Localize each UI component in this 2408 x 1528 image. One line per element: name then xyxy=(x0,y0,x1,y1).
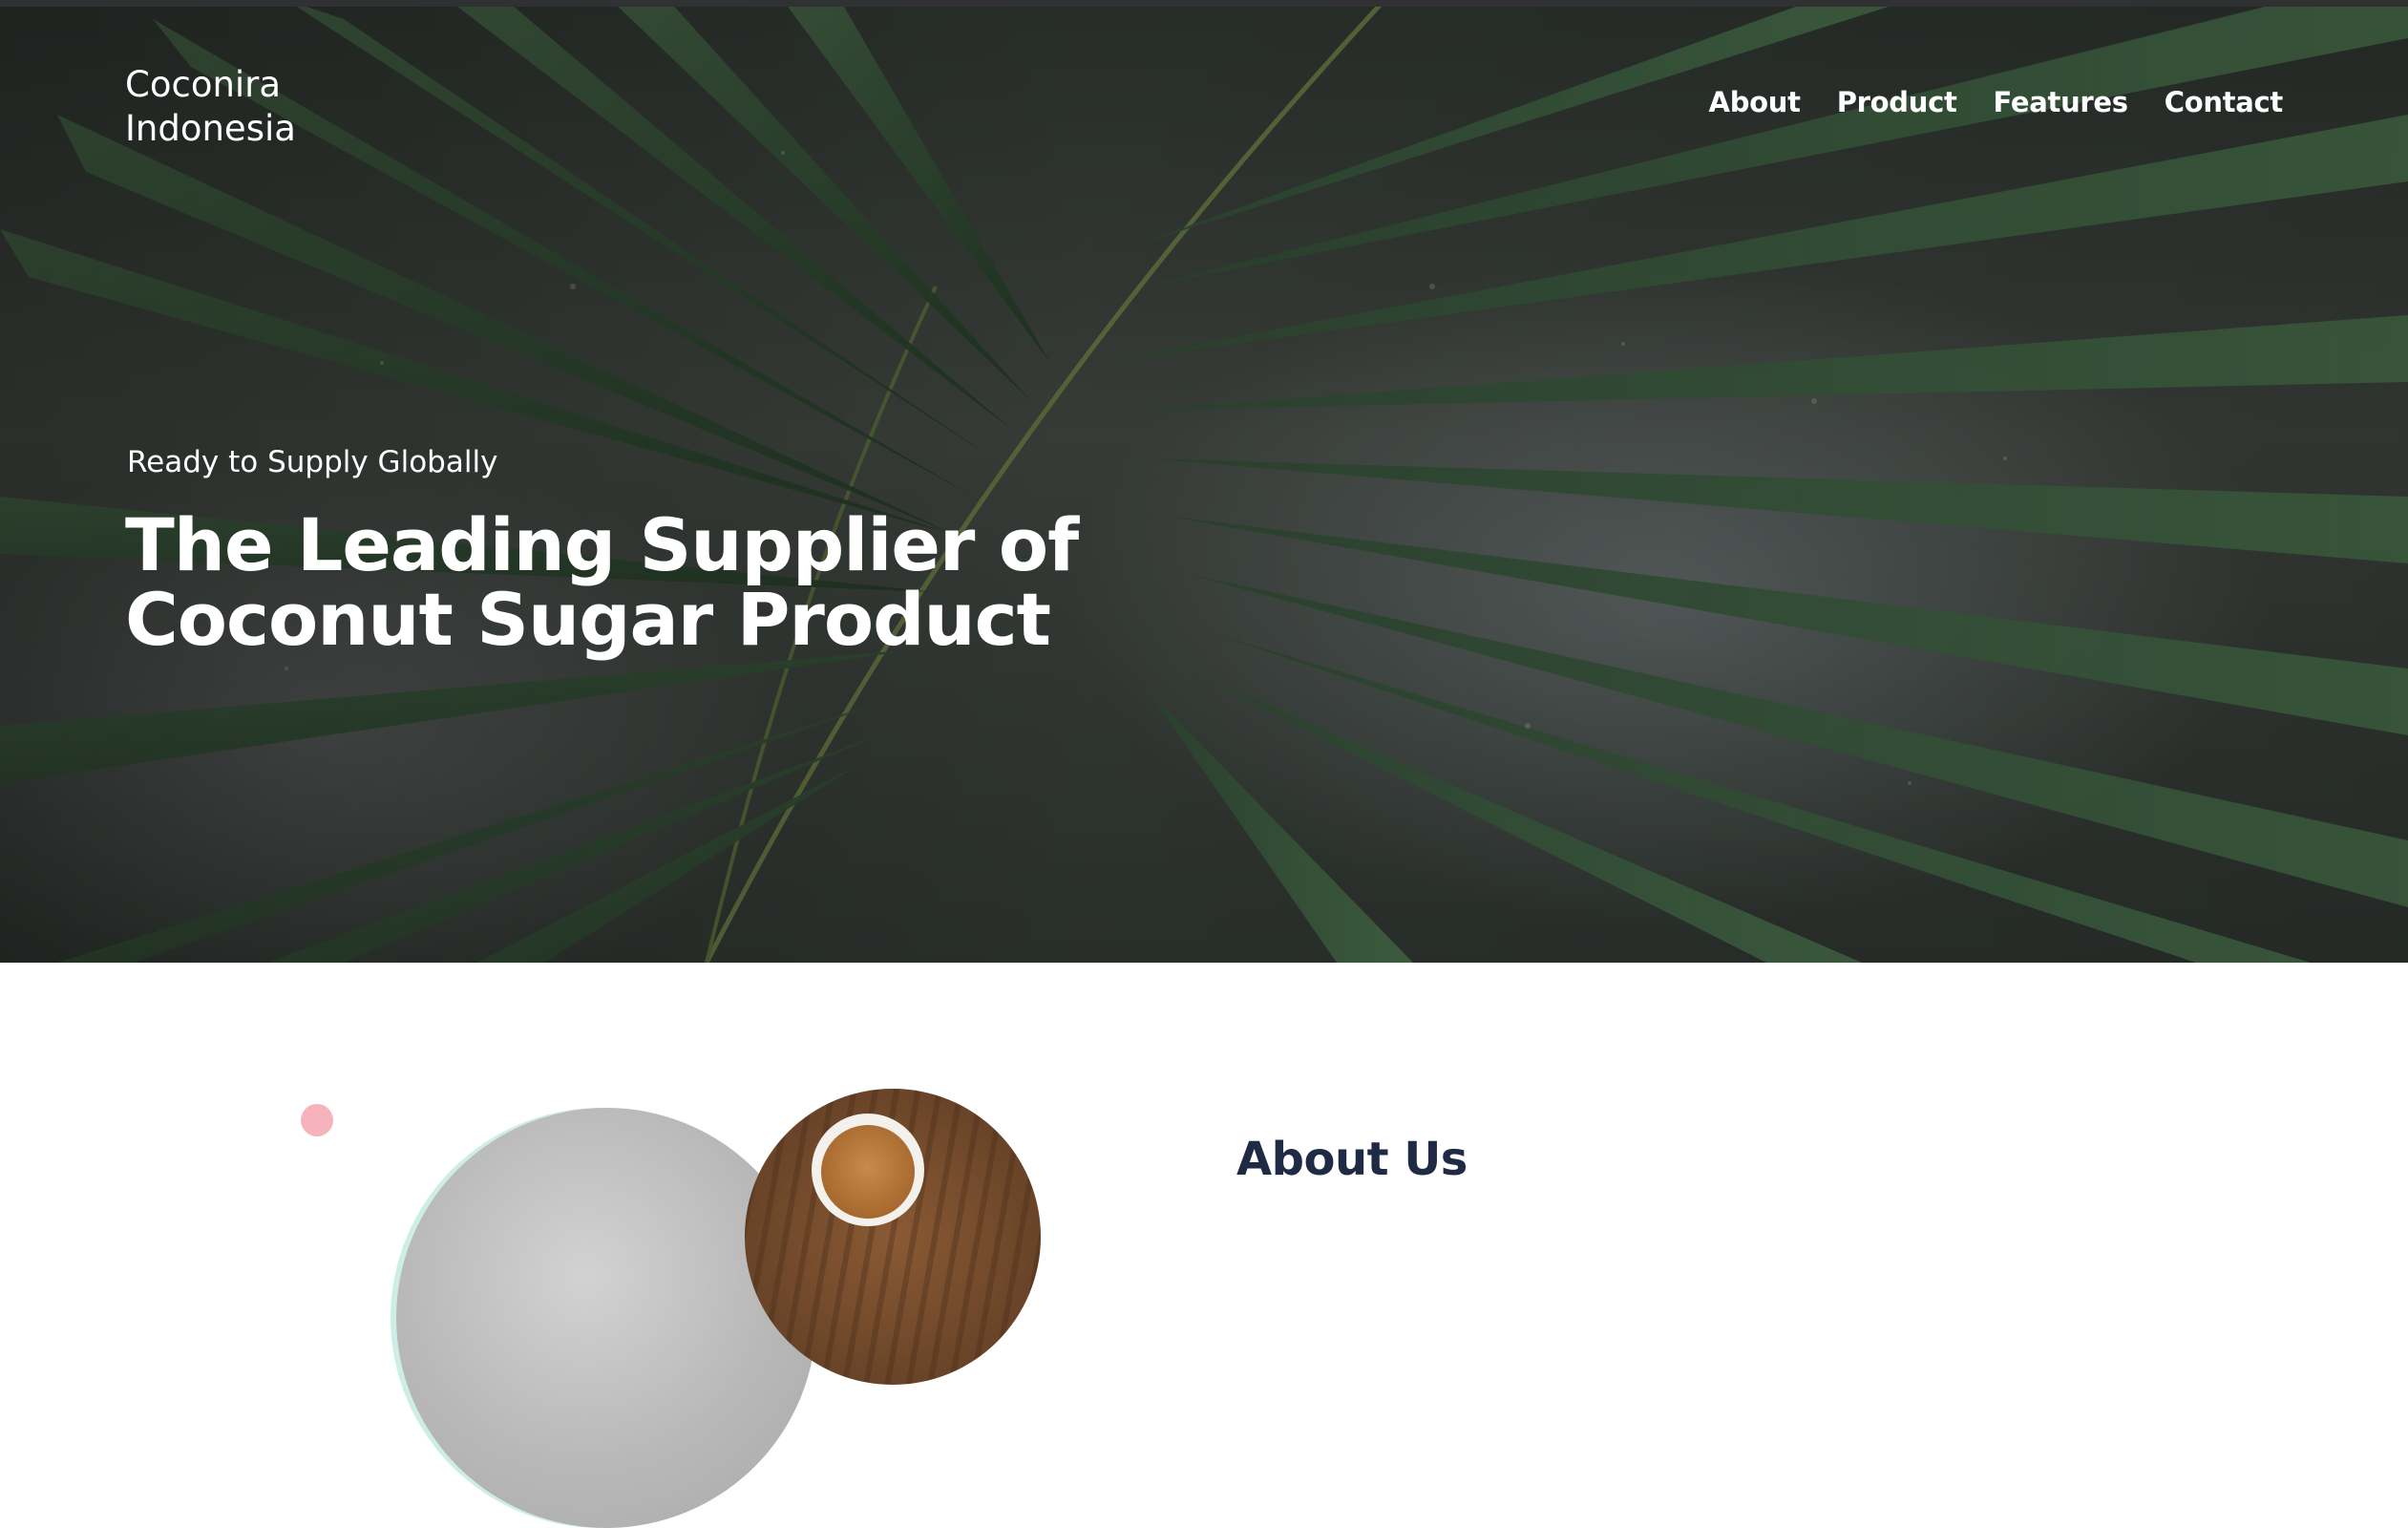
hero-overlay xyxy=(0,0,2408,963)
about-section xyxy=(0,963,2408,1180)
browser-top-strip xyxy=(0,0,2408,7)
nav-link-product[interactable]: Product xyxy=(1837,86,1957,118)
about-image-grey-circle xyxy=(396,1108,816,1528)
nav-link-features[interactable]: Features xyxy=(1994,86,2129,118)
hero-section: Coconira Indonesia About Product Feature… xyxy=(0,0,2408,963)
about-image-coconut-sugar-bowl xyxy=(745,1089,1041,1385)
brand-logo[interactable]: Coconira Indonesia xyxy=(125,63,354,151)
sugar-bowl xyxy=(812,1114,924,1226)
hero-headline-line-1: The Leading Supplier of xyxy=(125,502,1079,587)
brand-line-1: Coconira xyxy=(125,64,282,105)
brand-line-2: Indonesia xyxy=(125,108,296,149)
hero-eyebrow: Ready to Supply Globally xyxy=(127,445,498,479)
about-title: About Us xyxy=(1236,1133,1468,1186)
hero-headline: The Leading Supplier of Coconut Sugar Pr… xyxy=(125,508,1175,657)
nav-link-about[interactable]: About xyxy=(1709,86,1801,118)
decorative-pink-dot xyxy=(301,1104,333,1136)
nav-link-contact[interactable]: Contact xyxy=(2165,86,2284,118)
main-nav: About Product Features Contact xyxy=(1709,86,2284,118)
hero-headline-line-2: Coconut Sugar Product xyxy=(125,577,1051,662)
